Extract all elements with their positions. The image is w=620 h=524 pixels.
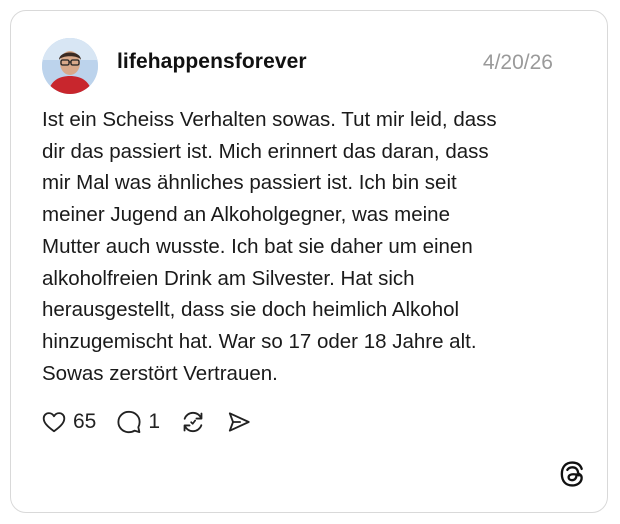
heart-icon [42,412,66,433]
post-actions-bar: 65 1 [41,406,272,438]
post-card: lifehappensforever 4/20/26 Ist ein Schei… [10,10,608,513]
send-icon [228,412,250,432]
repost-icon [183,411,203,433]
repost-button[interactable] [180,409,206,435]
reply-count: 1 [148,410,161,433]
avatar[interactable] [42,38,98,94]
speech-bubble-icon [117,410,141,434]
like-count: 65 [73,410,97,433]
like-button[interactable]: 65 [41,409,96,435]
reply-button[interactable]: 1 [116,409,160,435]
avatar-image [42,38,98,94]
post-body-text: Ist ein Scheiss Verhalten sowas. Tut mir… [42,108,497,385]
threads-logo-icon [558,460,586,488]
post-timestamp: 4/20/26 [482,51,553,74]
post-username[interactable]: lifehappensforever [117,50,307,74]
share-button[interactable] [226,409,252,435]
